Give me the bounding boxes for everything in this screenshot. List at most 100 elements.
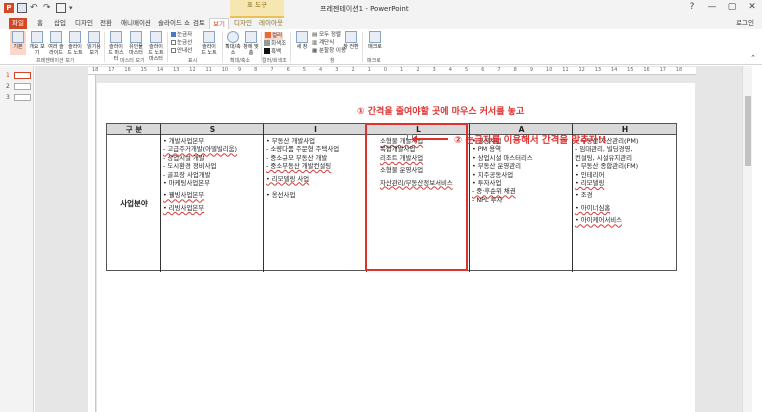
switch-windows-button[interactable]: 창 전환: [343, 31, 359, 55]
grayscale-option[interactable]: 회색조: [264, 40, 286, 48]
ruler-checkbox[interactable]: 눈금자: [171, 32, 192, 39]
group-separator: [167, 32, 168, 62]
ruler-tick-label: 10: [221, 67, 229, 73]
tab-view[interactable]: 보기: [209, 18, 229, 29]
group-label-window: 창: [330, 58, 335, 64]
ruler-tick-label: 7: [270, 67, 274, 73]
table-header-cell: I: [314, 125, 317, 134]
table-column-divider: [263, 124, 265, 272]
macros-button[interactable]: 매크로: [367, 31, 383, 55]
arrange-all-button[interactable]: ▤ 모두 정렬: [312, 32, 341, 39]
ruler-tick-label: 9: [529, 67, 534, 73]
cell-text-line: - 중소규모 부동산 개발: [266, 153, 328, 162]
slide-thumbnail[interactable]: 1: [6, 72, 31, 79]
table-cell-i[interactable]: • 부동산 개발사업 - 소량다품 주문형 주택사업 - 중소규모 부동산 개발 - …: [266, 137, 339, 199]
fit-to-window-button[interactable]: 창에 맞춤: [243, 31, 259, 56]
reading-view-button[interactable]: 읽기용 보기: [86, 31, 102, 56]
cell-text-line: • 웰빙사업본부: [163, 191, 205, 200]
black-white-swatch-icon: [264, 48, 270, 54]
ruler-tick-label: 5: [302, 67, 306, 73]
sign-in-link[interactable]: 로그인: [736, 18, 754, 29]
notes-button[interactable]: 슬라이드 노트: [200, 31, 218, 56]
checkbox-checked-icon: [171, 32, 176, 37]
slide-thumbnail[interactable]: 3: [6, 94, 31, 101]
slide-sorter-icon: [50, 31, 62, 43]
outline-view-button[interactable]: 개요 보기: [29, 31, 45, 56]
cell-text-line: • 부동산 종합관리(FM): [575, 162, 639, 171]
tab-file[interactable]: 파일: [9, 18, 27, 29]
minimize-icon[interactable]: —: [706, 2, 718, 12]
window-controls: ? — ▢ ✕: [686, 2, 758, 12]
maximize-icon[interactable]: ▢: [726, 2, 738, 12]
tab-design[interactable]: 디자인: [72, 18, 96, 29]
table-header-cell: 구 분: [125, 125, 143, 134]
undo-icon[interactable]: ↶: [30, 3, 40, 13]
scrollbar-thumb[interactable]: [745, 96, 751, 166]
title-bar: P ↶ ↷ ▾ 표 도구 프레젠테이션1 - PowerPoint ? — ▢ …: [0, 0, 762, 18]
cell-text-line: • 인테리어: [575, 170, 605, 179]
quick-access-toolbar: P ↶ ↷ ▾: [4, 3, 79, 13]
horizontal-ruler[interactable]: 18 17 16 15 14 13 12 11 10 9 8 7 6 5 4 3 2 1 0 1 2 3 4 5 6 7 8 9 10 1…: [88, 67, 696, 75]
table-cell-s[interactable]: • 개발사업본부 - 고급주거개발(아델빌리움) - 상업시설 개발 - 도시환경 정…: [163, 137, 237, 212]
ruler-tick-label: 14: [156, 67, 164, 73]
close-icon[interactable]: ✕: [746, 2, 758, 12]
zoom-button[interactable]: 확대/축소: [225, 31, 241, 56]
tab-review[interactable]: 검토: [190, 18, 208, 29]
cell-text-line: - 도시환경 정비사업: [163, 162, 217, 171]
table-cell-h[interactable]: • 부동산 자산관리(PM) - 임대관리, 빌딩경영, 컨설팅, 시설유지관리 •…: [575, 137, 638, 225]
cell-text-line: • 아이케어서비스: [575, 216, 622, 225]
tab-slideshow[interactable]: 슬라이드 쇼: [155, 18, 193, 29]
table-cell-a[interactable]: • 경공사업 • PM 용역 • 상업시설 마스터리스 • 부동산 운영관리 • 지주공…: [472, 137, 533, 204]
gridlines-checkbox[interactable]: 눈금선: [171, 40, 192, 47]
annotation-step2: ② 눈금자를 이용해서 간격을 맞추자!!: [454, 135, 607, 146]
notes-page-button[interactable]: 슬라이드 노트: [67, 31, 83, 56]
vertical-scrollbar[interactable]: [742, 66, 752, 412]
table-row-label: 사업분야: [120, 199, 148, 208]
vertical-ruler[interactable]: [88, 75, 96, 412]
slide-master-button[interactable]: 슬라이드 마스터: [107, 31, 125, 62]
tab-transitions[interactable]: 전환: [97, 18, 115, 29]
ruler-tick-label: 8: [513, 67, 517, 73]
guides-checkbox[interactable]: 안내선: [171, 48, 192, 55]
ruler-tick-label: 6: [286, 67, 290, 73]
slide-thumbnail[interactable]: 2: [6, 83, 31, 90]
cell-text-line: 컨설팅, 시설유지관리: [575, 153, 632, 162]
tab-insert[interactable]: 삽입: [51, 18, 69, 29]
ribbon-tab-bar: 파일 홈 삽입 디자인 전환 애니메이션 슬라이드 쇼 검토 보기 디자인 레이…: [0, 18, 762, 29]
table-header-cell: S: [209, 125, 216, 134]
cell-text-line: • 투자사업: [472, 179, 502, 188]
customize-qat-icon[interactable]: ▾: [69, 3, 79, 13]
ruler-tick-label: 7: [497, 67, 501, 73]
cell-text-line: - 고급주거개발(아델빌리움): [163, 145, 237, 154]
save-icon[interactable]: [17, 3, 27, 13]
cell-text-line: • PM 용역: [472, 145, 501, 154]
move-split-button[interactable]: ▦ 분할창 이동: [312, 48, 346, 55]
color-option[interactable]: 컬러: [264, 32, 284, 40]
ruler-tick-label: 18: [92, 67, 99, 73]
black-white-option[interactable]: 흑백: [264, 48, 281, 56]
ruler-tick-label: 6: [481, 67, 485, 73]
tab-table-layout[interactable]: 레이아웃: [256, 18, 286, 29]
start-slideshow-icon[interactable]: [56, 3, 66, 13]
cascade-button[interactable]: ▥ 계단식: [312, 40, 334, 47]
cell-text-line: • 아이너심홈: [575, 203, 611, 212]
normal-view-button[interactable]: 기본: [10, 31, 26, 55]
tab-home[interactable]: 홈: [34, 18, 46, 29]
ruler-tick-label: 9: [237, 67, 242, 73]
handout-master-button[interactable]: 유인물 마스터: [127, 31, 145, 56]
ruler-tick-label: 11: [562, 67, 569, 73]
macros-icon: [369, 31, 381, 43]
outline-view-icon: [31, 31, 43, 43]
collapse-ribbon-icon[interactable]: ⌃: [750, 55, 756, 62]
ruler-tick-label: 5: [464, 67, 469, 73]
ruler-tick-label: 16: [124, 67, 131, 73]
tab-animations[interactable]: 애니메이션: [118, 18, 154, 29]
normal-view-icon: [12, 31, 24, 43]
redo-icon[interactable]: ↷: [43, 3, 53, 13]
slide-sorter-button[interactable]: 여러 슬라이드: [48, 31, 64, 56]
highlight-box-column-l: [365, 123, 468, 271]
notes-master-button[interactable]: 슬라이드 노트 마스터: [147, 31, 165, 62]
new-window-button[interactable]: 새 창: [294, 31, 310, 55]
tab-table-design[interactable]: 디자인: [231, 18, 255, 29]
help-icon[interactable]: ?: [686, 2, 698, 12]
